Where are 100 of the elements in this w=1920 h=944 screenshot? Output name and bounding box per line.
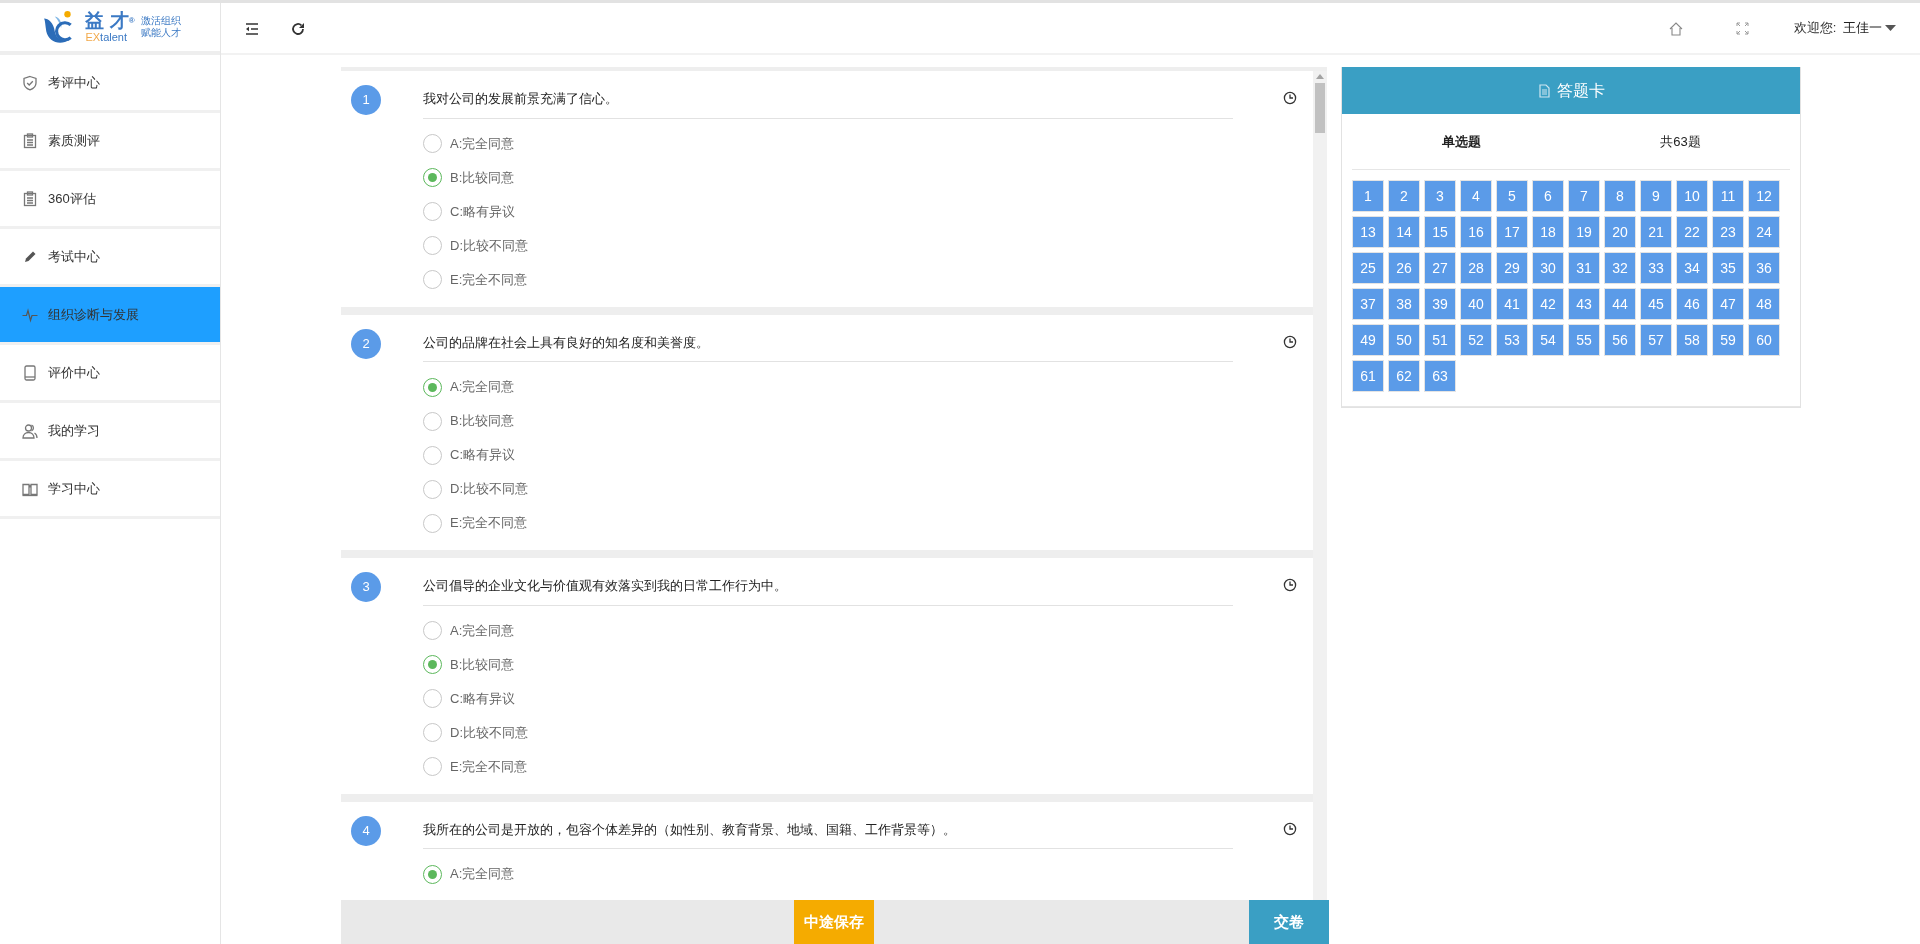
answer-option[interactable]: E:完全不同意 [423, 749, 1273, 784]
question-link[interactable]: 25 [1352, 252, 1384, 284]
question-link[interactable]: 48 [1748, 288, 1780, 320]
question-link[interactable]: 33 [1640, 252, 1672, 284]
question-link[interactable]: 46 [1676, 288, 1708, 320]
question-link[interactable]: 6 [1532, 180, 1564, 212]
question-link[interactable]: 36 [1748, 252, 1780, 284]
question-link[interactable]: 54 [1532, 324, 1564, 356]
question-link[interactable]: 45 [1640, 288, 1672, 320]
question-link[interactable]: 55 [1568, 324, 1600, 356]
question-link[interactable]: 40 [1460, 288, 1492, 320]
question-link[interactable]: 53 [1496, 324, 1528, 356]
answer-option[interactable]: C:略有异议 [423, 681, 1273, 716]
question-link[interactable]: 61 [1352, 360, 1384, 392]
answer-option[interactable]: C:略有异议 [423, 194, 1273, 229]
question-link[interactable]: 52 [1460, 324, 1492, 356]
question-link[interactable]: 3 [1424, 180, 1456, 212]
question-link[interactable]: 4 [1460, 180, 1492, 212]
question-link[interactable]: 43 [1568, 288, 1600, 320]
question-link[interactable]: 20 [1604, 216, 1636, 248]
answer-option[interactable]: B:比较同意 [423, 160, 1273, 195]
sidebar-item[interactable]: 组织诊断与发展 [0, 287, 220, 345]
shield-icon [22, 74, 38, 91]
question-link[interactable]: 18 [1532, 216, 1564, 248]
question-link[interactable]: 44 [1604, 288, 1636, 320]
question-link[interactable]: 30 [1532, 252, 1564, 284]
sidebar-item[interactable]: 考评中心 [0, 55, 220, 113]
answer-option[interactable]: C:略有异议 [423, 438, 1273, 472]
answer-option[interactable]: A:完全同意 [423, 613, 1273, 648]
answer-option[interactable]: E:完全不同意 [423, 506, 1273, 540]
question-number: 4 [351, 815, 381, 846]
question-link[interactable]: 2 [1388, 180, 1420, 212]
answer-option[interactable]: A:完全同意 [423, 857, 1273, 891]
question-link[interactable]: 17 [1496, 216, 1528, 248]
question-link[interactable]: 9 [1640, 180, 1672, 212]
question-link[interactable]: 14 [1388, 216, 1420, 248]
question-link[interactable]: 49 [1352, 324, 1384, 356]
question-link[interactable]: 23 [1712, 216, 1744, 248]
question-link[interactable]: 27 [1424, 252, 1456, 284]
question-link[interactable]: 50 [1388, 324, 1420, 356]
question-link[interactable]: 13 [1352, 216, 1384, 248]
answer-option[interactable]: D:比较不同意 [423, 228, 1273, 263]
question-link[interactable]: 59 [1712, 324, 1744, 356]
submit-button[interactable]: 交卷 [1249, 900, 1329, 944]
question-link[interactable]: 63 [1424, 360, 1456, 392]
question-link[interactable]: 37 [1352, 288, 1384, 320]
question-link[interactable]: 26 [1388, 252, 1420, 284]
question-link[interactable]: 29 [1496, 252, 1528, 284]
sidebar-item[interactable]: 素质测评 [0, 113, 220, 171]
answer-option[interactable]: A:完全同意 [423, 370, 1273, 404]
answer-option[interactable]: B:比较同意 [423, 404, 1273, 438]
question-link[interactable]: 32 [1604, 252, 1636, 284]
scroll-up-icon[interactable] [1316, 73, 1324, 79]
question-link[interactable]: 51 [1424, 324, 1456, 356]
answer-option[interactable]: B:比较同意 [423, 647, 1273, 682]
question-link[interactable]: 39 [1424, 288, 1456, 320]
question-link[interactable]: 5 [1496, 180, 1528, 212]
question-link[interactable]: 31 [1568, 252, 1600, 284]
question-link[interactable]: 62 [1388, 360, 1420, 392]
question-link[interactable]: 24 [1748, 216, 1780, 248]
question-link[interactable]: 10 [1676, 180, 1708, 212]
question-link[interactable]: 42 [1532, 288, 1564, 320]
question-link[interactable]: 35 [1712, 252, 1744, 284]
user-menu[interactable]: 王佳一 [1842, 18, 1896, 38]
question-link[interactable]: 28 [1460, 252, 1492, 284]
question-link[interactable]: 57 [1640, 324, 1672, 356]
question-link[interactable]: 34 [1676, 252, 1708, 284]
answer-option[interactable]: D:比较不同意 [423, 472, 1273, 506]
question-text: 我所在的公司是开放的，包容个体差异的（如性别、教育背景、地域、国籍、工作背景等）。 [423, 815, 1233, 849]
question-link[interactable]: 12 [1748, 180, 1780, 212]
clipboard-icon [22, 132, 38, 149]
save-button[interactable]: 中途保存 [794, 900, 874, 944]
sidebar-item[interactable]: 360评估 [0, 171, 220, 229]
sidebar-item[interactable]: 评价中心 [0, 345, 220, 403]
answer-option[interactable]: E:完全不同意 [423, 262, 1273, 297]
question-link[interactable]: 58 [1676, 324, 1708, 356]
question-text: 我对公司的发展前景充满了信心。 [423, 85, 1233, 119]
question-link[interactable]: 60 [1748, 324, 1780, 356]
question-link[interactable]: 38 [1388, 288, 1420, 320]
question-link[interactable]: 16 [1460, 216, 1492, 248]
question-type: 单选题 [1441, 132, 1482, 151]
question-link[interactable]: 41 [1496, 288, 1528, 320]
question-link[interactable]: 11 [1712, 180, 1744, 212]
question-link[interactable]: 22 [1676, 216, 1708, 248]
question-number: 2 [351, 328, 381, 359]
answer-option[interactable]: D:比较不同意 [423, 715, 1273, 750]
question-link[interactable]: 1 [1352, 180, 1384, 212]
logo-subtitle: EXtalent [85, 32, 128, 44]
sidebar-item[interactable]: 学习中心 [0, 461, 220, 519]
question-link[interactable]: 19 [1568, 216, 1600, 248]
sidebar-item[interactable]: 我的学习 [0, 403, 220, 461]
question-link[interactable]: 15 [1424, 216, 1456, 248]
question-link[interactable]: 56 [1604, 324, 1636, 356]
answer-option[interactable]: A:完全同意 [423, 126, 1273, 161]
question-link[interactable]: 8 [1604, 180, 1636, 212]
fullscreen-icon [1735, 22, 1749, 36]
question-link[interactable]: 21 [1640, 216, 1672, 248]
question-link[interactable]: 7 [1568, 180, 1600, 212]
question-link[interactable]: 47 [1712, 288, 1744, 320]
scrollbar-thumb[interactable] [1315, 83, 1325, 133]
